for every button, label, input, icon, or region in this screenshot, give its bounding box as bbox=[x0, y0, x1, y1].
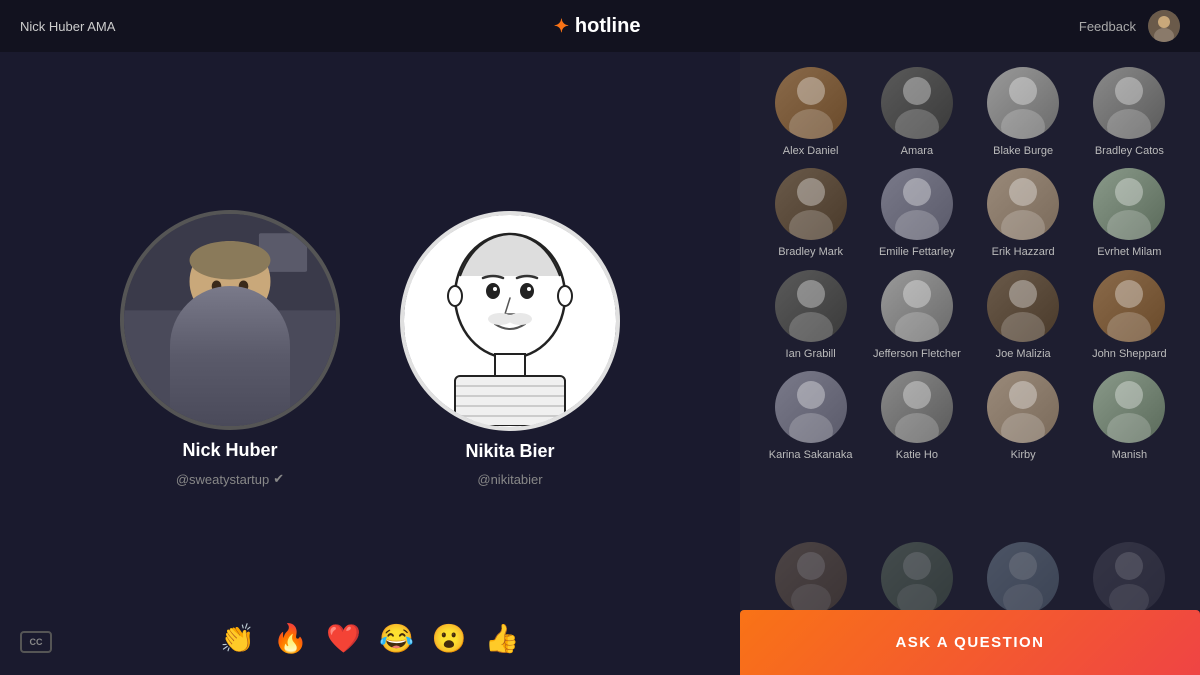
audience-avatar[interactable] bbox=[987, 371, 1059, 443]
audience-member-name: Evrhet Milam bbox=[1097, 245, 1161, 259]
partial-avatar-4 bbox=[1079, 542, 1180, 614]
audience-member-name: Blake Burge bbox=[993, 144, 1053, 158]
session-title: Nick Huber AMA bbox=[20, 19, 115, 34]
audience-member-name: Jefferson Fletcher bbox=[873, 347, 961, 361]
reaction-fire[interactable]: 🔥 bbox=[273, 622, 308, 655]
nikita-illustration bbox=[405, 216, 615, 426]
audience-member: Blake Burge bbox=[973, 67, 1074, 158]
video-panel: Nick Huber @sweatystartup ✔ bbox=[0, 52, 740, 675]
audience-member-name: Alex Daniel bbox=[783, 144, 839, 158]
reaction-thumbsup[interactable]: 👍 bbox=[485, 622, 520, 655]
user-avatar-header[interactable] bbox=[1148, 10, 1180, 42]
partial-row bbox=[760, 542, 1180, 614]
audience-member-name: Amara bbox=[901, 144, 933, 158]
nikita-handle: @nikitabier bbox=[477, 472, 542, 487]
speakers-row: Nick Huber @sweatystartup ✔ bbox=[120, 210, 620, 487]
partial-avatar-2 bbox=[866, 542, 967, 614]
partial-avatar-3 bbox=[973, 542, 1074, 614]
nikita-avatar bbox=[400, 211, 620, 431]
app-logo: ✦ hotline bbox=[554, 15, 641, 38]
audience-member: Ian Grabill bbox=[760, 270, 861, 361]
audience-avatar[interactable] bbox=[987, 67, 1059, 139]
audience-member-name: Manish bbox=[1112, 448, 1147, 462]
nick-handle: @sweatystartup ✔ bbox=[176, 471, 284, 487]
main-content: Nick Huber @sweatystartup ✔ bbox=[0, 52, 1200, 675]
feedback-button[interactable]: Feedback bbox=[1079, 19, 1136, 34]
cc-button[interactable]: CC bbox=[20, 631, 52, 653]
audience-member: Jefferson Fletcher bbox=[866, 270, 967, 361]
audience-member: Amara bbox=[866, 67, 967, 158]
audience-avatar[interactable] bbox=[1093, 371, 1165, 443]
audience-grid: Alex Daniel Amara Blake Burge Bradley Catos… bbox=[760, 67, 1180, 542]
audience-member-name: Emilie Fettarley bbox=[879, 245, 955, 259]
audience-member: Erik Hazzard bbox=[973, 168, 1074, 259]
audience-member: Emilie Fettarley bbox=[866, 168, 967, 259]
audience-member-name: Kirby bbox=[1011, 448, 1036, 462]
header-right: Feedback bbox=[1079, 10, 1180, 42]
header: Nick Huber AMA ✦ hotline Feedback bbox=[0, 0, 1200, 52]
audience-member: Bradley Catos bbox=[1079, 67, 1180, 158]
nikita-name: Nikita Bier bbox=[465, 441, 554, 462]
audience-member: Bradley Mark bbox=[760, 168, 861, 259]
audience-member-name: Erik Hazzard bbox=[992, 245, 1055, 259]
partial-avatar-1 bbox=[760, 542, 861, 614]
ask-question-label: ASK A QUESTION bbox=[895, 634, 1044, 651]
audience-panel: Alex Daniel Amara Blake Burge Bradley Catos… bbox=[740, 52, 1200, 675]
speaker-nikita: Nikita Bier @nikitabier bbox=[400, 211, 620, 487]
audience-avatar[interactable] bbox=[881, 168, 953, 240]
audience-member-name: Joe Malizia bbox=[996, 347, 1051, 361]
audience-avatar[interactable] bbox=[881, 270, 953, 342]
reactions-bar: 👏 🔥 ❤️ 😂 😮 👍 bbox=[220, 622, 519, 655]
nick-name: Nick Huber bbox=[182, 440, 277, 461]
reaction-laugh[interactable]: 😂 bbox=[379, 622, 414, 655]
logo-text: hotline bbox=[575, 15, 641, 38]
logo-icon: ✦ bbox=[554, 16, 569, 37]
audience-member: Evrhet Milam bbox=[1079, 168, 1180, 259]
audience-member-name: Bradley Catos bbox=[1095, 144, 1164, 158]
audience-avatar[interactable] bbox=[881, 67, 953, 139]
audience-member-name: Ian Grabill bbox=[786, 347, 836, 361]
nick-avatar bbox=[120, 210, 340, 430]
ask-question-button[interactable]: ASK A QUESTION bbox=[740, 610, 1200, 675]
nick-video-frame bbox=[124, 214, 336, 426]
reaction-wow[interactable]: 😮 bbox=[432, 622, 467, 655]
audience-avatar[interactable] bbox=[1093, 67, 1165, 139]
audience-avatar[interactable] bbox=[881, 371, 953, 443]
audience-member: John Sheppard bbox=[1079, 270, 1180, 361]
audience-avatar[interactable] bbox=[775, 270, 847, 342]
audience-member-name: Bradley Mark bbox=[778, 245, 843, 259]
audience-avatar[interactable] bbox=[987, 168, 1059, 240]
audience-member: Katie Ho bbox=[866, 371, 967, 462]
audience-member: Joe Malizia bbox=[973, 270, 1074, 361]
audience-member: Kirby bbox=[973, 371, 1074, 462]
audience-avatar[interactable] bbox=[1093, 270, 1165, 342]
audience-member-name: John Sheppard bbox=[1092, 347, 1167, 361]
audience-avatar[interactable] bbox=[775, 168, 847, 240]
reaction-heart[interactable]: ❤️ bbox=[326, 622, 361, 655]
audience-avatar[interactable] bbox=[775, 371, 847, 443]
audience-avatar[interactable] bbox=[775, 67, 847, 139]
audience-member-name: Karina Sakanaka bbox=[769, 448, 853, 462]
audience-avatar[interactable] bbox=[987, 270, 1059, 342]
audience-member: Karina Sakanaka bbox=[760, 371, 861, 462]
audience-member: Alex Daniel bbox=[760, 67, 861, 158]
audience-member-name: Katie Ho bbox=[896, 448, 938, 462]
audience-member: Manish bbox=[1079, 371, 1180, 462]
reaction-clap[interactable]: 👏 bbox=[220, 622, 255, 655]
audience-avatar[interactable] bbox=[1093, 168, 1165, 240]
speaker-nick: Nick Huber @sweatystartup ✔ bbox=[120, 210, 340, 487]
